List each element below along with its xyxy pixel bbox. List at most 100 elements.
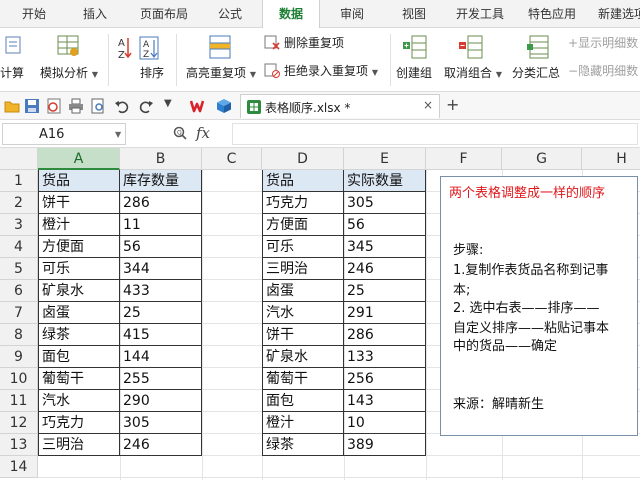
table-cell[interactable]: 256: [344, 368, 426, 390]
table-cell[interactable]: 矿泉水: [39, 280, 120, 302]
table-cell[interactable]: 面包: [39, 346, 120, 368]
table-cell[interactable]: 56: [120, 236, 202, 258]
show-detail-button[interactable]: +显示明细数: [568, 34, 640, 54]
file-tab[interactable]: 表格顺序.xlsx * ×: [240, 94, 440, 118]
column-header-e[interactable]: E: [344, 148, 426, 170]
table-header-cell[interactable]: 库存数量: [120, 170, 202, 192]
table-cell[interactable]: 方便面: [39, 236, 120, 258]
name-box[interactable]: A16 ▼: [2, 123, 126, 145]
tab-special-apps[interactable]: 特色应用: [520, 0, 584, 28]
hide-detail-button[interactable]: −隐藏明细数: [568, 62, 640, 82]
column-header-f[interactable]: F: [426, 148, 502, 170]
table-cell[interactable]: 饼干: [263, 324, 344, 346]
close-tab-icon[interactable]: ×: [423, 98, 433, 112]
row-header-8[interactable]: 8: [0, 324, 38, 346]
row-header-7[interactable]: 7: [0, 302, 38, 324]
table-cell[interactable]: 345: [344, 236, 426, 258]
row-header-11[interactable]: 11: [0, 390, 38, 412]
table-cell[interactable]: 饼干: [39, 192, 120, 214]
cube-icon[interactable]: [216, 98, 232, 114]
reject-duplicates-button[interactable]: 拒绝录入重复项 ▼: [264, 62, 388, 82]
zoom-search-icon[interactable]: Q: [172, 125, 188, 141]
table-cell[interactable]: 三明治: [39, 434, 120, 456]
table-cell[interactable]: 290: [120, 390, 202, 412]
table-cell[interactable]: 286: [120, 192, 202, 214]
table-cell[interactable]: 389: [344, 434, 426, 456]
column-header-h[interactable]: H: [582, 148, 640, 170]
table-cell[interactable]: 绿茶: [39, 324, 120, 346]
table-cell[interactable]: 56: [344, 214, 426, 236]
table-cell[interactable]: 246: [120, 434, 202, 456]
row-header-1[interactable]: 1: [0, 170, 38, 192]
row-header-12[interactable]: 12: [0, 412, 38, 434]
table-cell[interactable]: 方便面: [263, 214, 344, 236]
column-header-a[interactable]: A: [38, 148, 120, 170]
table-cell[interactable]: 415: [120, 324, 202, 346]
function-icon[interactable]: fx: [196, 124, 210, 142]
instruction-text-box[interactable]: 两个表格调整成一样的顺序 步骤: 1.复制作表货品名称到记事 本; 2. 选中右…: [440, 176, 638, 436]
sort-button[interactable]: A Z A Z 排序: [112, 32, 168, 88]
tab-page-layout[interactable]: 页面布局: [132, 0, 196, 28]
tab-insert[interactable]: 插入: [70, 0, 120, 28]
formula-input[interactable]: [232, 123, 638, 145]
tab-view[interactable]: 视图: [392, 0, 436, 28]
table-cell[interactable]: 卤蛋: [39, 302, 120, 324]
row-header-3[interactable]: 3: [0, 214, 38, 236]
table-cell[interactable]: 143: [344, 390, 426, 412]
select-all-corner[interactable]: [0, 148, 38, 170]
row-header-4[interactable]: 4: [0, 236, 38, 258]
table-cell[interactable]: 255: [120, 368, 202, 390]
table-cell[interactable]: 433: [120, 280, 202, 302]
table-cell[interactable]: 三明治: [263, 258, 344, 280]
create-group-button[interactable]: 创建组: [394, 32, 438, 88]
row-header-9[interactable]: 9: [0, 346, 38, 368]
column-header-c[interactable]: C: [202, 148, 262, 170]
table-cell[interactable]: 葡萄干: [39, 368, 120, 390]
table-cell[interactable]: 10: [344, 412, 426, 434]
new-tab-button[interactable]: +: [446, 95, 459, 114]
row-header-6[interactable]: 6: [0, 280, 38, 302]
wps-logo-icon[interactable]: [190, 98, 206, 114]
table-cell[interactable]: 246: [344, 258, 426, 280]
table-cell[interactable]: 矿泉水: [263, 346, 344, 368]
tab-review[interactable]: 审阅: [330, 0, 374, 28]
table-cell[interactable]: 绿茶: [263, 434, 344, 456]
table-cell[interactable]: 305: [344, 192, 426, 214]
table-cell[interactable]: 巧克力: [263, 192, 344, 214]
table-cell[interactable]: 汽水: [263, 302, 344, 324]
row-header-5[interactable]: 5: [0, 258, 38, 280]
chevron-down-icon[interactable]: ▼: [115, 130, 121, 139]
column-header-b[interactable]: B: [120, 148, 202, 170]
table-cell[interactable]: 面包: [263, 390, 344, 412]
save-icon[interactable]: [24, 98, 40, 114]
ungroup-button[interactable]: 取消组合 ▼: [442, 32, 504, 88]
table-cell[interactable]: 卤蛋: [263, 280, 344, 302]
table-cell[interactable]: 橙汁: [39, 214, 120, 236]
subtotal-button[interactable]: 分类汇总: [508, 32, 564, 88]
customize-toolbar-chevron-icon[interactable]: ▼: [164, 98, 172, 109]
table-cell[interactable]: 11: [120, 214, 202, 236]
tab-developer[interactable]: 开发工具: [448, 0, 512, 28]
table-cell[interactable]: 291: [344, 302, 426, 324]
table-cell[interactable]: 25: [120, 302, 202, 324]
row-header-10[interactable]: 10: [0, 368, 38, 390]
tab-data[interactable]: 数据: [262, 0, 320, 29]
table-header-cell[interactable]: 实际数量: [344, 170, 426, 192]
print-preview-icon[interactable]: [90, 98, 106, 114]
table-header-cell[interactable]: 货品: [39, 170, 120, 192]
what-if-analysis-button[interactable]: 模拟分析 ▼: [38, 32, 102, 88]
calculate-button[interactable]: 计算: [0, 32, 36, 88]
row-header-2[interactable]: 2: [0, 192, 38, 214]
tab-new-option[interactable]: 新建选项: [590, 0, 640, 28]
table-cell[interactable]: 286: [344, 324, 426, 346]
table-cell[interactable]: 344: [120, 258, 202, 280]
row-header-14[interactable]: 14: [0, 456, 38, 478]
print-icon[interactable]: [68, 98, 84, 114]
tab-home[interactable]: 开始: [12, 0, 56, 28]
table-cell[interactable]: 25: [344, 280, 426, 302]
column-header-g[interactable]: G: [502, 148, 582, 170]
table-cell[interactable]: 可乐: [39, 258, 120, 280]
table-cell[interactable]: 可乐: [263, 236, 344, 258]
table-cell[interactable]: 305: [120, 412, 202, 434]
tab-formulas[interactable]: 公式: [208, 0, 252, 28]
